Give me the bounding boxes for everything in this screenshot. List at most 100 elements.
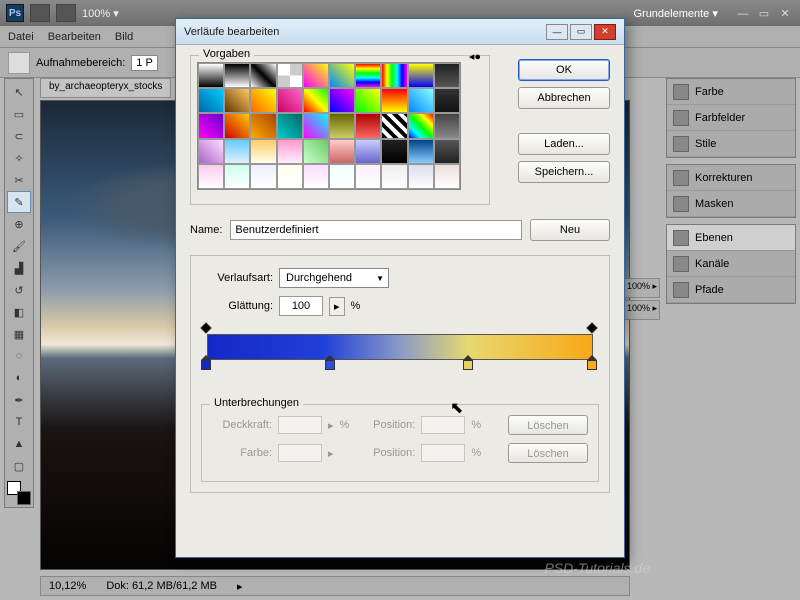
gradient-preset[interactable] [355,164,381,189]
panel-layers[interactable]: Ebenen [667,225,795,251]
load-button[interactable]: Laden... [518,133,610,155]
maximize-button[interactable]: ▭ [757,7,771,20]
smooth-stepper-icon[interactable]: ▸ [329,297,345,316]
opacity-stop[interactable] [202,324,212,334]
gradient-preset[interactable] [355,88,381,113]
gradient-preset[interactable] [198,63,224,88]
gradient-preset[interactable] [250,88,276,113]
gradient-preset[interactable] [381,113,407,138]
brush-tool[interactable]: 🖌 [7,235,31,257]
history-brush-tool[interactable]: ↺ [7,279,31,301]
path-select-tool[interactable]: ▲ [7,433,31,455]
wand-tool[interactable]: ✧ [7,147,31,169]
panel-color[interactable]: Farbe [667,79,795,105]
opacity-stop[interactable] [588,324,598,334]
color-stop[interactable] [463,360,475,374]
dialog-titlebar[interactable]: Verläufe bearbeiten — ▭ ✕ [176,19,624,45]
smooth-input[interactable] [279,296,323,316]
color-stop[interactable] [587,360,599,374]
gradient-preset[interactable] [381,63,407,88]
presets-menu-icon[interactable]: ◂● [469,50,481,63]
gradient-preset[interactable] [303,113,329,138]
dialog-minimize-button[interactable]: — [546,24,568,40]
gradient-preset[interactable] [355,139,381,164]
opacity-1[interactable]: 100% ▸ [620,278,660,298]
gradient-preset[interactable] [277,139,303,164]
gradient-preset[interactable] [408,139,434,164]
type-select[interactable]: Durchgehend [279,268,389,288]
type-tool[interactable]: T [7,411,31,433]
dialog-close-button[interactable]: ✕ [594,24,616,40]
gradient-preset[interactable] [329,63,355,88]
stamp-tool[interactable]: ▟ [7,257,31,279]
blur-tool[interactable]: ◌ [7,345,31,367]
save-button[interactable]: Speichern... [518,161,610,183]
gradient-tool[interactable]: ▦ [7,323,31,345]
doc-info[interactable]: Dok: 61,2 MB/61,2 MB [106,580,217,592]
gradient-preset[interactable] [381,139,407,164]
color-stop[interactable] [201,360,213,374]
gradient-preset[interactable] [277,164,303,189]
gradient-preset[interactable] [408,88,434,113]
gradient-preset[interactable] [303,164,329,189]
panel-paths[interactable]: Pfade [667,277,795,303]
marquee-tool[interactable]: ▭ [7,103,31,125]
panel-channels[interactable]: Kanäle [667,251,795,277]
eraser-tool[interactable]: ◧ [7,301,31,323]
gradient-preset[interactable] [434,88,460,113]
gradient-preset[interactable] [277,63,303,88]
presets-grid[interactable] [197,62,461,190]
panel-adjustments[interactable]: Korrekturen [667,165,795,191]
zoom-display[interactable]: 100% ▾ [82,7,119,20]
heal-tool[interactable]: ⊕ [7,213,31,235]
gradient-preset[interactable] [198,164,224,189]
gradient-preset[interactable] [329,139,355,164]
lasso-tool[interactable]: ⊂ [7,125,31,147]
workspace-switcher[interactable]: Grundelemente ▾ [633,7,717,20]
gradient-preset[interactable] [408,63,434,88]
layout-button[interactable] [56,4,76,22]
gradient-preset[interactable] [198,88,224,113]
gradient-preset[interactable] [250,164,276,189]
gradient-preset[interactable] [250,113,276,138]
new-button[interactable]: Neu [530,219,610,241]
gradient-preset[interactable] [434,139,460,164]
dialog-maximize-button[interactable]: ▭ [570,24,592,40]
cancel-button[interactable]: Abbrechen [518,87,610,109]
sample-value[interactable]: 1 P [131,55,158,71]
gradient-preview[interactable] [207,334,593,360]
gradient-preset[interactable] [224,113,250,138]
gradient-preset[interactable] [198,139,224,164]
ok-button[interactable]: OK [518,59,610,81]
color-swatches[interactable] [7,481,31,505]
gradient-preset[interactable] [303,63,329,88]
minimize-button[interactable]: — [736,8,750,20]
panel-swatches[interactable]: Farbfelder [667,105,795,131]
panel-masks[interactable]: Masken [667,191,795,217]
gradient-preset[interactable] [381,164,407,189]
menu-edit[interactable]: Bearbeiten [48,31,101,43]
gradient-bar[interactable] [207,334,593,386]
gradient-preset[interactable] [250,139,276,164]
shape-tool[interactable]: ▢ [7,455,31,477]
menu-file[interactable]: Datei [8,31,34,43]
gradient-preset[interactable] [408,164,434,189]
gradient-preset[interactable] [224,63,250,88]
gradient-preset[interactable] [277,88,303,113]
menu-image[interactable]: Bild [115,31,133,43]
name-input[interactable] [230,220,522,240]
gradient-preset[interactable] [198,113,224,138]
gradient-preset[interactable] [355,113,381,138]
gradient-preset[interactable] [224,88,250,113]
gradient-preset[interactable] [329,113,355,138]
crop-tool[interactable]: ✂ [7,169,31,191]
gradient-preset[interactable] [224,139,250,164]
opacity-2[interactable]: 100% ▸ [620,300,660,320]
zoom-field[interactable]: 10,12% [49,580,86,592]
gradient-preset[interactable] [303,139,329,164]
gradient-preset[interactable] [250,63,276,88]
gradient-preset[interactable] [329,164,355,189]
document-tab[interactable]: by_archaeopteryx_stocks [40,78,171,98]
status-arrow-icon[interactable]: ▸ [237,580,243,593]
tool-preset-icon[interactable] [8,52,30,74]
